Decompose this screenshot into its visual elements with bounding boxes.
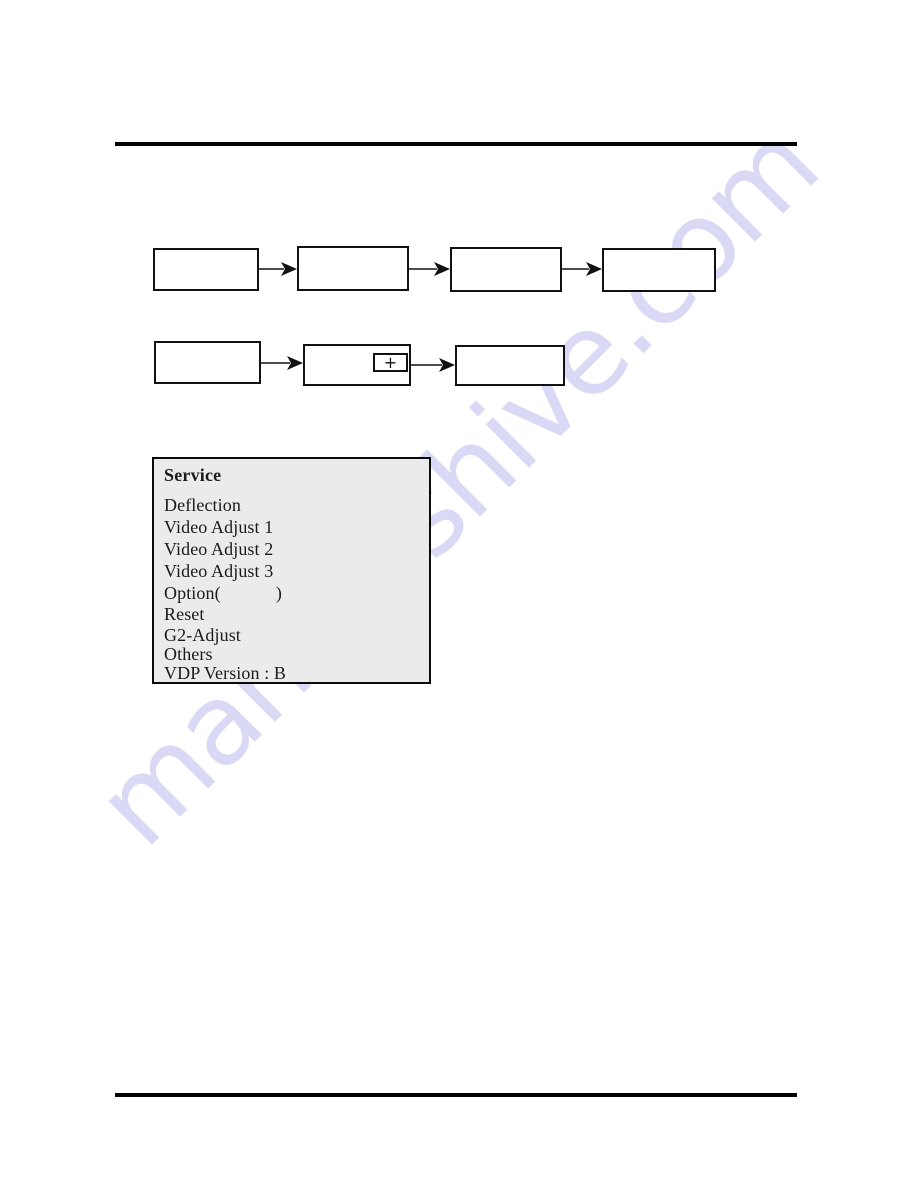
arrow-icon-row1-3 <box>562 262 602 276</box>
service-menu-title: Service <box>164 465 222 485</box>
flow-box-row1-3 <box>450 247 562 292</box>
service-menu-item-6[interactable]: Reset <box>164 604 205 625</box>
service-menu-item-7[interactable]: G2-Adjust <box>164 625 241 646</box>
flow-box-row2-3 <box>455 345 565 386</box>
service-menu-item-3[interactable]: Video Adjust 2 <box>164 539 273 560</box>
service-menu-item-1[interactable]: Deflection <box>164 495 241 516</box>
arrow-icon-row2-1 <box>261 356 303 370</box>
service-menu-item-8[interactable]: Others <box>164 644 213 665</box>
flow-box-row1-4 <box>602 248 716 292</box>
arrow-icon-row1-1 <box>259 262 297 276</box>
service-menu-panel: Service Deflection Video Adjust 1 Video Ad… <box>152 457 431 684</box>
service-menu-item-4[interactable]: Video Adjust 3 <box>164 561 273 582</box>
flow-box-row1-1 <box>153 248 259 291</box>
arrow-icon-row1-2 <box>409 262 450 276</box>
flow-box-row2-1 <box>154 341 261 384</box>
flow-diagram: + <box>0 0 918 1188</box>
service-menu-item-2[interactable]: Video Adjust 1 <box>164 517 273 538</box>
arrow-icon-row2-2 <box>411 358 455 372</box>
service-menu-item-9[interactable]: VDP Version : B <box>164 663 286 684</box>
document-page: manualshive.com + Service Deflection Vide… <box>0 0 918 1188</box>
service-menu-item-5[interactable]: Option( ) <box>164 583 282 604</box>
flow-box-row1-2 <box>297 246 409 291</box>
plus-icon-box: + <box>373 353 408 372</box>
